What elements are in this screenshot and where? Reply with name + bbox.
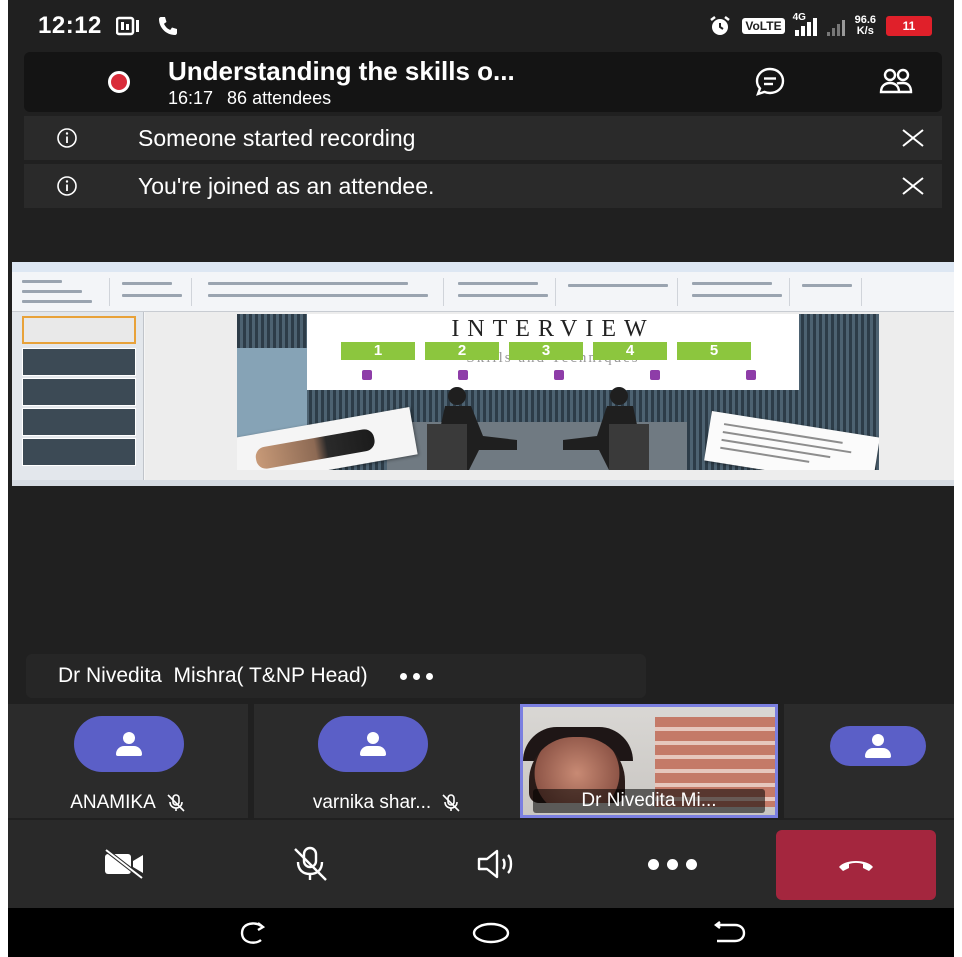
people-icon	[879, 68, 913, 94]
dismiss-recording-banner-button[interactable]	[898, 124, 928, 152]
hang-up-button[interactable]	[776, 830, 936, 900]
back-icon	[714, 921, 746, 943]
attendee-banner: You're joined as an attendee.	[24, 164, 942, 208]
skill-icon	[433, 370, 493, 382]
participants-button[interactable]	[874, 62, 918, 102]
dismiss-attendee-banner-button[interactable]	[898, 172, 928, 200]
camera-toggle-button[interactable]	[84, 834, 164, 894]
mic-off-icon	[442, 794, 460, 812]
signal-strength-2	[826, 16, 845, 36]
skill-icon	[337, 370, 397, 382]
avatar	[830, 726, 926, 766]
recording-indicator-icon	[108, 71, 130, 93]
meeting-title[interactable]: Understanding the skills o...	[168, 56, 515, 87]
back-button[interactable]	[704, 918, 754, 948]
close-icon	[902, 129, 924, 147]
info-icon	[57, 176, 77, 196]
mic-off-icon	[167, 794, 185, 812]
skill-icon	[625, 370, 685, 382]
slide-thumbnail[interactable]	[22, 408, 136, 436]
phone-hangup-icon	[839, 861, 873, 871]
banner-message: Someone started recording	[138, 124, 416, 151]
powerpoint-titlebar	[12, 262, 954, 272]
banner-message: You're joined as an attendee.	[138, 172, 435, 199]
slide-thumbnail[interactable]	[22, 438, 136, 466]
powerpoint-statusbar	[12, 480, 954, 486]
network-gen-label: 4G	[792, 12, 806, 23]
slide-number-box: 2	[425, 342, 499, 360]
active-speaker-name: Dr Nivedita Mishra( T&NP Head)	[58, 664, 368, 687]
participant-tile-overflow[interactable]	[784, 704, 954, 818]
person-icon	[360, 732, 386, 756]
slide-number-box: 3	[509, 342, 583, 360]
participant-video-tile[interactable]: Dr Nivedita Mi...	[520, 704, 778, 818]
current-slide: INTERVIEW Skills and Techniques 1 2 3 4 …	[237, 314, 879, 470]
avatar	[318, 716, 428, 772]
meeting-duration: 16:17	[168, 87, 214, 108]
meeting-header: Understanding the skills o... 16:17 86 at…	[24, 52, 942, 112]
chat-icon	[755, 67, 785, 96]
slide-canvas: INTERVIEW Skills and Techniques 1 2 3 4 …	[145, 312, 954, 480]
participant-name: Dr Nivedita Mi...	[533, 789, 765, 813]
volte-badge: VoLTE	[742, 18, 785, 34]
more-icon	[647, 858, 697, 870]
home-icon	[472, 922, 510, 944]
avatar	[74, 716, 184, 772]
slide-number-box: 1	[341, 342, 415, 360]
battery-level: 11	[902, 19, 916, 33]
status-time: 12:12	[38, 12, 102, 39]
slide-thumbnail[interactable]	[22, 348, 136, 376]
alarm-icon	[710, 16, 731, 35]
mic-toggle-button[interactable]	[270, 834, 350, 894]
chat-button[interactable]	[748, 62, 792, 102]
battery-icon: 11	[886, 16, 932, 36]
interview-silhouettes-image	[387, 387, 687, 470]
speaker-button[interactable]	[456, 834, 536, 894]
speaker-icon	[477, 849, 513, 879]
signal-strength-1: 4G	[793, 12, 817, 36]
more-options-button[interactable]	[632, 834, 712, 894]
status-bar: 12:12 VoLTE 4G 96.6 K/s 11	[8, 0, 954, 52]
person-icon	[116, 732, 142, 756]
recording-banner: Someone started recording	[24, 116, 942, 160]
recents-button[interactable]	[228, 918, 278, 948]
skill-icon	[721, 370, 781, 382]
slide-thumbnail[interactable]	[22, 378, 136, 406]
call-controls-bar	[8, 820, 954, 908]
participant-tile[interactable]: ANAMIKA	[8, 704, 248, 818]
attendee-count: 86 attendees	[227, 87, 332, 108]
info-icon	[57, 128, 77, 148]
slide-number-box: 5	[677, 342, 751, 360]
close-icon	[902, 177, 924, 195]
call-notification-icon	[158, 17, 177, 35]
slide-title-card: INTERVIEW Skills and Techniques 1 2 3 4 …	[307, 314, 799, 390]
participant-tile[interactable]: varnika shar...	[254, 704, 520, 818]
recents-icon	[240, 922, 266, 944]
slide-thumbnail[interactable]	[22, 316, 136, 344]
skill-icon	[529, 370, 589, 382]
participant-name: varnika shar...	[312, 792, 432, 813]
shared-screen[interactable]: INTERVIEW Skills and Techniques 1 2 3 4 …	[12, 262, 954, 486]
powerpoint-ribbon	[12, 272, 954, 312]
slide-thumbnail-pane	[12, 312, 144, 480]
network-speed: 96.6 K/s	[854, 14, 876, 37]
active-speaker-label[interactable]: Dr Nivedita Mishra( T&NP Head)	[26, 654, 646, 698]
home-button[interactable]	[466, 918, 516, 948]
mic-off-icon	[294, 846, 327, 881]
participant-name: ANAMIKA	[70, 792, 156, 813]
person-icon	[865, 734, 891, 758]
teams-meeting-screen: 12:12 VoLTE 4G 96.6 K/s 11 Understanding…	[8, 0, 954, 957]
video-off-icon	[104, 848, 144, 880]
slide-heading: INTERVIEW	[451, 316, 655, 342]
speaker-more-icon[interactable]	[399, 672, 433, 680]
gallery-notification-icon	[115, 16, 139, 36]
android-navigation-bar	[8, 908, 954, 957]
slide-number-box: 4	[593, 342, 667, 360]
